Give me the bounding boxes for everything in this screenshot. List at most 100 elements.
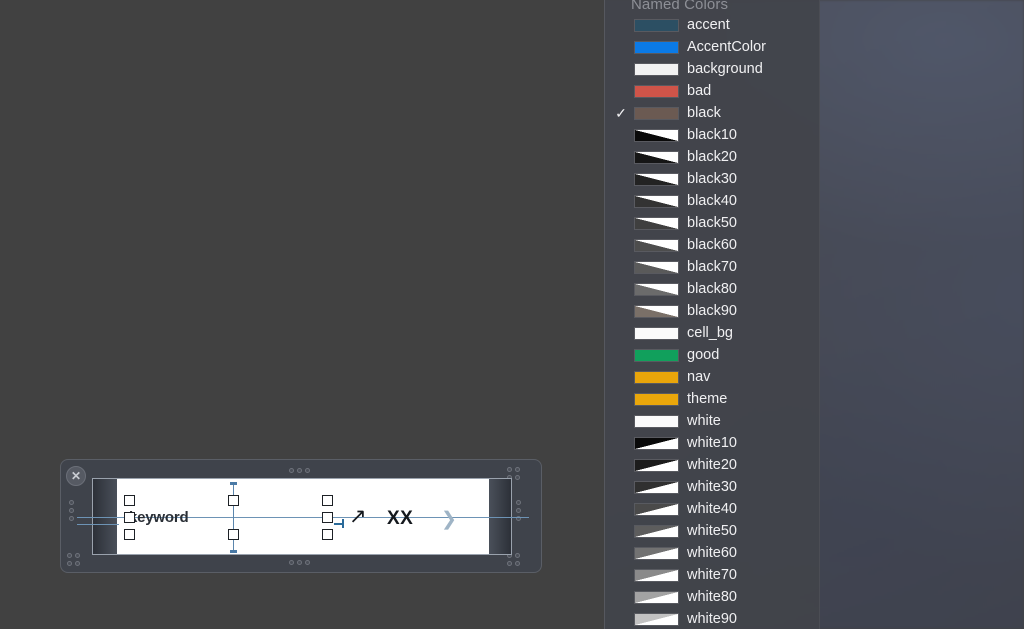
color-swatch [634, 502, 679, 516]
color-swatch [634, 40, 679, 54]
selection-handle[interactable] [322, 495, 333, 506]
menu-item-accentcolor[interactable]: AccentColor [605, 36, 819, 58]
menu-item-list[interactable]: accent AccentColor background bad ✓ black blac… [605, 14, 819, 629]
color-swatch [634, 612, 679, 626]
color-swatch-fill [635, 63, 678, 75]
menu-item-black50[interactable]: black50 [605, 212, 819, 234]
color-swatch-fill [635, 195, 678, 207]
dot [69, 500, 74, 505]
color-swatch-fill [635, 569, 678, 581]
keyword-text[interactable]: keyword [129, 509, 189, 526]
menu-title: Named Colors [631, 0, 729, 13]
slide-surface[interactable]: keyword ↗ XX ❯ [77, 478, 529, 555]
dot [289, 468, 294, 473]
dot [515, 553, 520, 558]
menu-item-background[interactable]: background [605, 58, 819, 80]
color-swatch [634, 304, 679, 318]
named-colors-menu[interactable]: Named Colors accent AccentColor background… [604, 0, 820, 629]
menu-item-black80[interactable]: black80 [605, 278, 819, 300]
resize-handle-bottom-left[interactable] [67, 553, 80, 566]
dot [305, 560, 310, 565]
menu-item-white40[interactable]: white40 [605, 498, 819, 520]
menu-item-black[interactable]: ✓ black [605, 102, 819, 124]
color-swatch [634, 524, 679, 538]
menu-item-white[interactable]: white [605, 410, 819, 432]
selection-handle[interactable] [124, 512, 135, 523]
color-swatch-fill [635, 459, 678, 471]
selection-handle[interactable] [228, 495, 239, 506]
menu-item-white70[interactable]: white70 [605, 564, 819, 586]
selection-handle[interactable] [322, 512, 333, 523]
dot [515, 467, 520, 472]
slide-frame[interactable]: ✕ keyword ↗ XX ❯ [60, 459, 542, 573]
color-swatch-fill [635, 239, 678, 251]
dot [516, 508, 521, 513]
dot [289, 560, 294, 565]
color-swatch-fill [635, 85, 678, 97]
xx-text[interactable]: XX [387, 508, 413, 530]
close-icon[interactable]: ✕ [66, 466, 86, 486]
vertical-guide-cap-top [230, 482, 237, 485]
menu-item-black30[interactable]: black30 [605, 168, 819, 190]
menu-item-cell_bg[interactable]: cell_bg [605, 322, 819, 344]
color-swatch [634, 480, 679, 494]
selection-handle[interactable] [124, 529, 135, 540]
color-swatch [634, 18, 679, 32]
color-swatch-fill [635, 481, 678, 493]
menu-item-label: black60 [687, 237, 737, 253]
tee-marker-stem [342, 519, 344, 528]
color-swatch [634, 106, 679, 120]
color-swatch-fill [635, 173, 678, 185]
menu-item-white60[interactable]: white60 [605, 542, 819, 564]
color-swatch [634, 392, 679, 406]
menu-item-label: cell_bg [687, 325, 733, 341]
menu-item-black60[interactable]: black60 [605, 234, 819, 256]
horizontal-guide-secondary [77, 524, 119, 525]
menu-item-white10[interactable]: white10 [605, 432, 819, 454]
color-swatch-fill [635, 591, 678, 603]
menu-item-white20[interactable]: white20 [605, 454, 819, 476]
resize-handle-top[interactable] [289, 468, 310, 473]
selection-handle[interactable] [228, 529, 239, 540]
color-swatch [634, 326, 679, 340]
dot [507, 467, 512, 472]
color-swatch [634, 62, 679, 76]
menu-item-label: black50 [687, 215, 737, 231]
color-swatch-fill [635, 151, 678, 163]
dot [69, 508, 74, 513]
color-swatch-fill [635, 415, 678, 427]
menu-item-black40[interactable]: black40 [605, 190, 819, 212]
vertical-guide-cap-bottom [230, 550, 237, 553]
dot [67, 553, 72, 558]
dot [507, 561, 512, 566]
menu-item-label: white [687, 413, 721, 429]
color-swatch [634, 590, 679, 604]
selection-handle[interactable] [124, 495, 135, 506]
color-swatch [634, 84, 679, 98]
color-swatch-fill [635, 437, 678, 449]
arrow-up-right-icon: ↗ [349, 505, 367, 528]
selection-handle[interactable] [322, 529, 333, 540]
menu-item-black10[interactable]: black10 [605, 124, 819, 146]
menu-item-label: white80 [687, 589, 737, 605]
menu-item-good[interactable]: good [605, 344, 819, 366]
menu-item-black90[interactable]: black90 [605, 300, 819, 322]
menu-item-black70[interactable]: black70 [605, 256, 819, 278]
resize-handle-left[interactable] [69, 500, 74, 521]
color-swatch [634, 348, 679, 362]
resize-handle-bottom[interactable] [289, 560, 310, 565]
menu-item-black20[interactable]: black20 [605, 146, 819, 168]
menu-item-nav[interactable]: nav [605, 366, 819, 388]
menu-item-accent[interactable]: accent [605, 14, 819, 36]
menu-item-label: black70 [687, 259, 737, 275]
menu-item-white80[interactable]: white80 [605, 586, 819, 608]
color-swatch-fill [635, 41, 678, 53]
menu-item-white90[interactable]: white90 [605, 608, 819, 629]
color-swatch-fill [635, 371, 678, 383]
menu-item-theme[interactable]: theme [605, 388, 819, 410]
menu-item-white30[interactable]: white30 [605, 476, 819, 498]
menu-item-white50[interactable]: white50 [605, 520, 819, 542]
menu-item-bad[interactable]: bad [605, 80, 819, 102]
menu-item-label: white30 [687, 479, 737, 495]
chevron-right-icon: ❯ [441, 509, 457, 530]
